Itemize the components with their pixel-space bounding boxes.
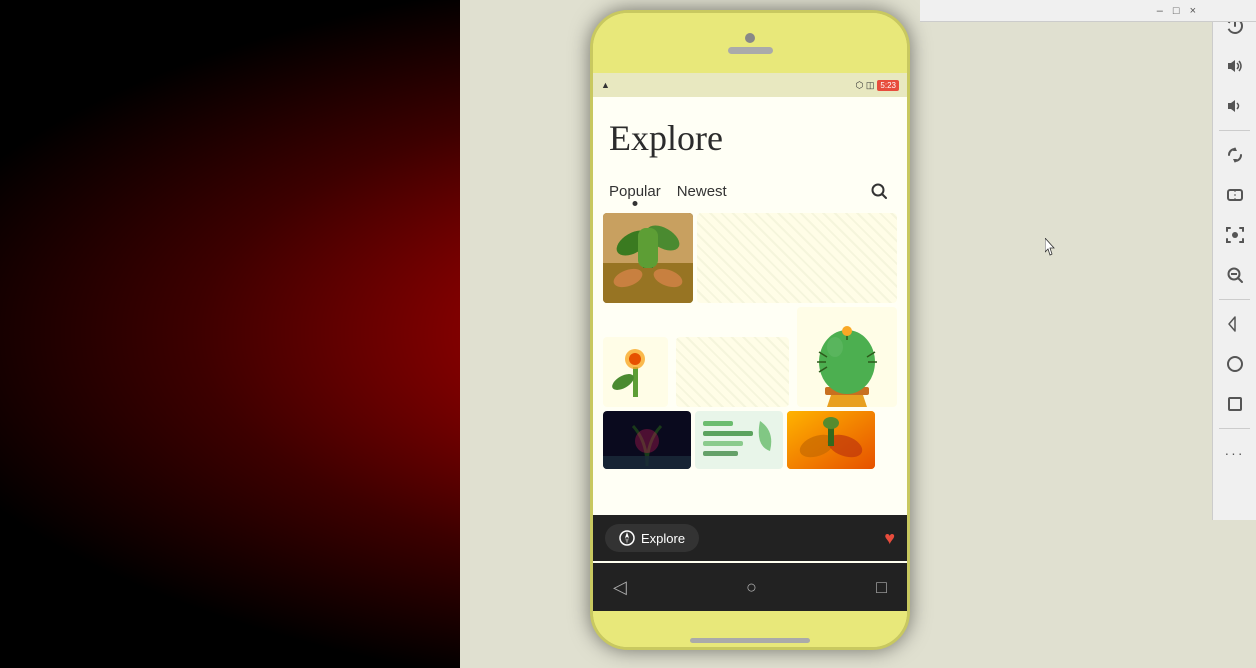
phone-frame: ▲ ⬡ ◫ 5:23 Explore Popular: [590, 10, 910, 650]
nav-recents-button[interactable]: [1217, 386, 1253, 422]
status-time: 5:23: [877, 80, 899, 91]
image-row-1: [593, 213, 907, 303]
more-button[interactable]: ···: [1217, 435, 1253, 471]
status-icons: ⬡ ◫: [856, 80, 875, 91]
volume-down-icon: [1226, 97, 1244, 115]
zoom-icon: [1226, 266, 1244, 284]
status-right-group: ⬡ ◫ 5:23: [856, 80, 899, 91]
grid-item-dark-plant[interactable]: [603, 411, 691, 469]
page-title: Explore: [593, 97, 907, 169]
grid-item-small-flower[interactable]: [603, 337, 668, 407]
filter-tabs: Popular Newest: [609, 183, 727, 200]
rotate-button[interactable]: [1217, 137, 1253, 173]
orange-hands-image: [787, 411, 875, 469]
more-icon: ···: [1225, 445, 1245, 461]
grid-item-round-cactus[interactable]: [797, 307, 897, 407]
orientation-button[interactable]: [1217, 177, 1253, 213]
small-flower-image: [603, 337, 668, 407]
toolbar-separator-2: [1219, 299, 1249, 300]
screenshot-icon: [1226, 226, 1244, 244]
screenshot-button[interactable]: [1217, 217, 1253, 253]
maximize-button[interactable]: □: [1173, 5, 1180, 17]
round-cactus-image: [797, 307, 897, 407]
phone-bottom-bezel: [593, 611, 907, 650]
compass-icon: [619, 530, 635, 546]
dark-plant-image: [603, 411, 691, 469]
home-indicator: [690, 638, 810, 643]
grid-placeholder-1: [697, 213, 897, 303]
search-button[interactable]: [867, 179, 891, 203]
recents-icon: [1226, 395, 1244, 413]
search-icon: [870, 182, 888, 200]
toolbar-separator-1: [1219, 130, 1249, 131]
home-button[interactable]: ○: [746, 577, 757, 598]
nav-back-button[interactable]: [1217, 306, 1253, 342]
tab-newest[interactable]: Newest: [677, 183, 727, 200]
grid-item-green-text[interactable]: [695, 411, 783, 469]
favorites-button[interactable]: ♥: [884, 528, 895, 549]
back-button[interactable]: ◁: [613, 577, 627, 598]
phone-top-bezel: [593, 13, 907, 73]
volume-down-button[interactable]: [1217, 88, 1253, 124]
mouse-cursor: [1045, 238, 1057, 256]
window-title-bar: – □ ×: [920, 0, 1256, 22]
toolbar-separator-3: [1219, 428, 1249, 429]
close-button[interactable]: ×: [1190, 5, 1196, 17]
explore-tab[interactable]: Explore: [605, 524, 699, 552]
volume-up-icon: [1226, 57, 1244, 75]
android-nav-bar: ◁ ○ □: [593, 563, 907, 611]
filter-row: Popular Newest: [593, 169, 907, 213]
emulator-main: ▲ ⬡ ◫ 5:23 Explore Popular: [460, 0, 1256, 668]
grid-item-hands-plant[interactable]: [603, 213, 693, 303]
status-bar: ▲ ⬡ ◫ 5:23: [593, 73, 907, 97]
tab-popular[interactable]: Popular: [609, 183, 661, 200]
recents-button[interactable]: □: [876, 577, 887, 598]
emulator-window: – □ × ▲ ⬡ ◫: [460, 0, 1256, 668]
status-notification-icon: ▲: [601, 80, 610, 90]
back-icon: [1226, 315, 1244, 333]
green-text-image: [695, 411, 783, 469]
speaker-grille: [728, 47, 773, 54]
app-content: Explore Popular Newest: [593, 97, 907, 515]
grid-item-orange-hands[interactable]: [787, 411, 875, 469]
hands-plant-image: [603, 213, 693, 303]
front-camera: [745, 33, 755, 43]
minimize-button[interactable]: –: [1157, 5, 1163, 17]
app-tab-bar: Explore ♥: [593, 515, 907, 561]
side-toolbar: ···: [1212, 0, 1256, 520]
image-row-2: [593, 307, 907, 407]
home-icon: [1226, 355, 1244, 373]
grid-placeholder-2: [676, 337, 789, 407]
orientation-icon: [1226, 186, 1244, 204]
explore-tab-label: Explore: [641, 531, 685, 546]
phone-screen: ▲ ⬡ ◫ 5:23 Explore Popular: [593, 73, 907, 563]
nav-home-button[interactable]: [1217, 346, 1253, 382]
volume-up-button[interactable]: [1217, 48, 1253, 84]
zoom-button[interactable]: [1217, 257, 1253, 293]
rotate-icon: [1226, 146, 1244, 164]
image-row-3: [593, 411, 907, 469]
